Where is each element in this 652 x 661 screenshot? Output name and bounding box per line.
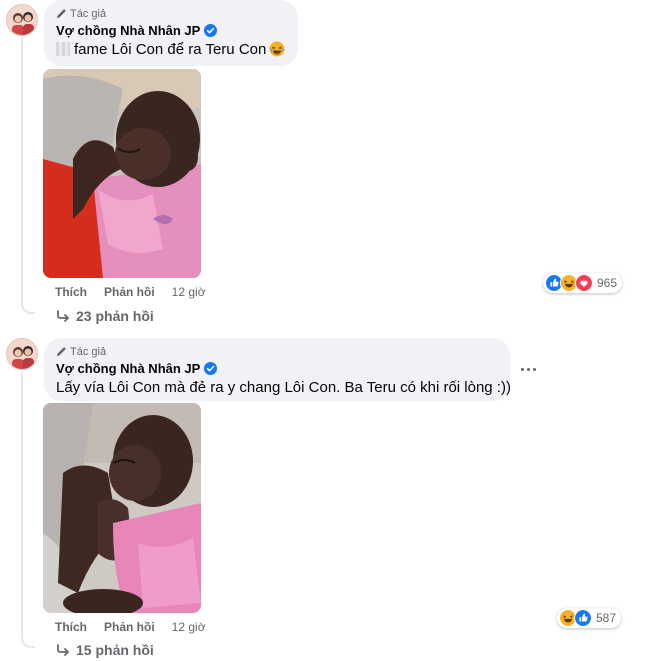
- reaction-count: 587: [596, 611, 617, 625]
- comment-text: fame Lôi Con để ra Teru Con: [74, 41, 267, 58]
- replies-count-label: 23 phản hồi: [76, 308, 154, 324]
- comment-actions: Thích Phản hồi 12 giờ: [55, 284, 206, 300]
- comment-timestamp[interactable]: 12 giờ: [172, 620, 206, 634]
- laughing-emoji-icon: [269, 41, 285, 57]
- verified-badge-icon: [204, 24, 218, 37]
- like-button[interactable]: Thích: [55, 285, 87, 299]
- verified-badge-icon: [204, 362, 218, 375]
- author-badge: Tác giả: [56, 345, 498, 358]
- author-name[interactable]: Vợ chồng Nhà Nhân JP: [56, 23, 200, 38]
- like-button[interactable]: Thích: [55, 620, 87, 634]
- more-dot: [532, 367, 536, 371]
- reply-arrow-icon: [57, 644, 69, 656]
- reply-arrow-icon: [57, 310, 69, 322]
- comment-photo[interactable]: [43, 403, 201, 613]
- reply-button[interactable]: Phản hồi: [104, 285, 155, 299]
- avatar[interactable]: [6, 338, 38, 370]
- reaction-summary[interactable]: 587: [557, 608, 622, 628]
- reaction-summary[interactable]: 965: [543, 273, 623, 293]
- comment-bubble: Tác giả Vợ chồng Nhà Nhân JP Lấy vía Lôi…: [44, 338, 511, 401]
- view-replies-link[interactable]: 23 phản hồi: [56, 307, 154, 325]
- comment-text: Lấy vía Lôi Con mà đẻ ra y chang Lôi Con…: [56, 379, 511, 396]
- thread-curve-1: [21, 300, 35, 314]
- replies-count-label: 15 phản hồi: [76, 642, 154, 658]
- love-icon: [575, 274, 593, 292]
- redacted-mention: [56, 42, 70, 56]
- more-dot: [526, 367, 530, 371]
- author-badge: Tác giả: [56, 7, 286, 20]
- comment-actions: Thích Phản hồi 12 giờ: [55, 619, 206, 635]
- comment-photo[interactable]: [43, 69, 201, 278]
- author-name[interactable]: Vợ chồng Nhà Nhân JP: [56, 361, 200, 376]
- reply-button[interactable]: Phản hồi: [104, 620, 155, 634]
- thread-line-2: [21, 372, 23, 634]
- view-replies-link[interactable]: 15 phản hồi: [56, 641, 154, 659]
- comment-timestamp[interactable]: 12 giờ: [172, 285, 206, 299]
- pencil-icon: [56, 347, 66, 357]
- reaction-count: 965: [597, 276, 618, 290]
- more-options-button[interactable]: [516, 360, 540, 378]
- author-badge-label: Tác giả: [70, 345, 107, 358]
- thread-curve-2: [21, 634, 35, 648]
- author-badge-label: Tác giả: [70, 7, 107, 20]
- comment-bubble: Tác giả Vợ chồng Nhà Nhân JP fame Lôi Co…: [44, 0, 298, 66]
- thread-line-1: [21, 38, 23, 300]
- more-dot: [520, 367, 524, 371]
- avatar[interactable]: [6, 4, 38, 36]
- pencil-icon: [56, 9, 66, 19]
- comment-text-row: fame Lôi Con để ra Teru Con: [56, 40, 286, 60]
- like-icon: [574, 609, 592, 627]
